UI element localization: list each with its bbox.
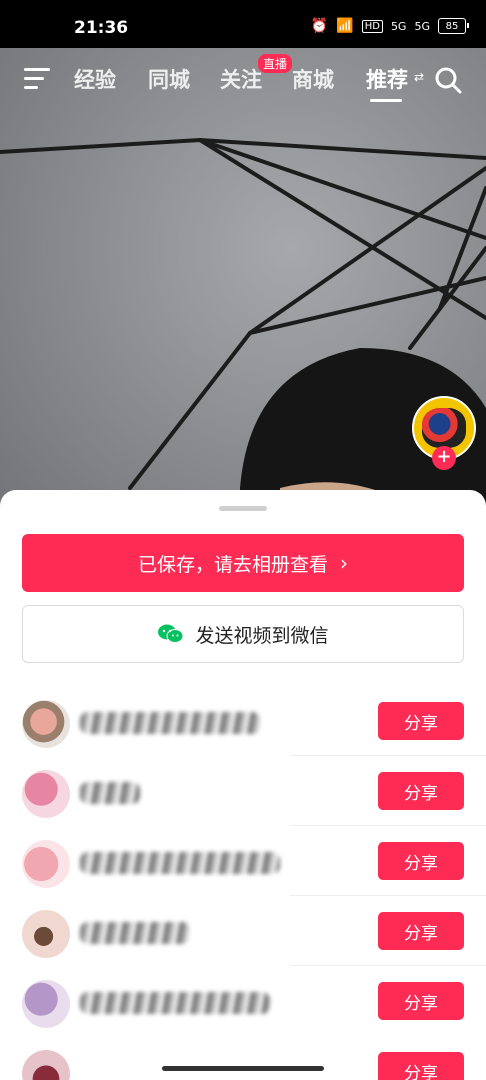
share-button[interactable]: 分享 (378, 1052, 464, 1080)
saved-open-album-button[interactable]: 已保存，请去相册查看 › (22, 534, 464, 592)
share-button[interactable]: 分享 (378, 772, 464, 810)
status-icons: ⏰ 📶 HD 5G 5G 85 (310, 18, 469, 34)
tab-following[interactable]: 关注 (220, 64, 262, 94)
battery-level: 85 (445, 20, 459, 32)
share-button[interactable]: 分享 (378, 842, 464, 880)
follow-plus-icon[interactable]: + (432, 446, 456, 470)
tab-local[interactable]: 同城 (148, 64, 190, 94)
saved-label: 已保存，请去相册查看 (137, 553, 328, 576)
wifi-icon: 📶 (336, 18, 354, 34)
contact-row: 分享 (0, 690, 486, 760)
chevron-right-icon: › (340, 551, 348, 575)
contact-avatar[interactable] (22, 980, 70, 1028)
contact-row: 分享 (0, 830, 486, 900)
hd-icon: HD (361, 19, 383, 33)
video-player[interactable] (0, 48, 486, 548)
divider (290, 755, 486, 756)
share-button[interactable]: 分享 (378, 912, 464, 950)
swap-icon[interactable]: ⇄ (414, 70, 424, 84)
contact-name-blurred (80, 992, 270, 1014)
contact-name-blurred (80, 712, 260, 734)
signal-5g-icon-2: 5G (414, 19, 430, 33)
tab-experience[interactable]: 经验 (74, 64, 116, 94)
tab-recommend[interactable]: 推荐 (366, 64, 408, 102)
menu-icon[interactable] (24, 68, 50, 89)
search-icon[interactable] (434, 66, 462, 94)
wechat-icon (158, 624, 184, 643)
signal-5g-icon: 5G (390, 19, 407, 33)
contact-avatar[interactable] (22, 910, 70, 958)
wechat-label: 发送视频到微信 (195, 624, 329, 647)
contact-name-blurred (80, 782, 140, 804)
contact-name-blurred (80, 852, 280, 874)
send-to-wechat-button[interactable]: 发送视频到微信 (22, 605, 464, 663)
divider (290, 965, 486, 966)
alarm-icon: ⏰ (310, 18, 329, 34)
tab-mall[interactable]: 商城 (292, 64, 334, 94)
live-badge: 直播 (258, 54, 293, 73)
umbrella-graphic (0, 137, 486, 548)
divider (290, 825, 486, 826)
share-sheet: 已保存，请去相册查看 › 发送视频到微信 分享 分享 分享 分享 分享 分享 (0, 490, 486, 1080)
share-button[interactable]: 分享 (378, 702, 464, 740)
contact-row: 分享 (0, 1040, 486, 1080)
contact-avatar[interactable] (22, 700, 70, 748)
sheet-handle[interactable] (219, 506, 267, 511)
top-nav: 经验 同城 关注 直播 商城 推荐 ⇄ (0, 54, 486, 102)
status-bar: 21:36 ⏰ 📶 HD 5G 5G 85 (0, 0, 486, 48)
clock: 21:36 (74, 18, 129, 38)
contact-avatar[interactable] (22, 1050, 70, 1080)
contact-avatar[interactable] (22, 840, 70, 888)
battery-icon: 85 (438, 18, 469, 34)
contact-row: 分享 (0, 970, 486, 1040)
contact-row: 分享 (0, 900, 486, 970)
contact-name-blurred (80, 922, 190, 944)
home-indicator[interactable] (162, 1066, 324, 1071)
divider (290, 895, 486, 896)
contact-avatar[interactable] (22, 770, 70, 818)
contact-row: 分享 (0, 760, 486, 830)
share-button[interactable]: 分享 (378, 982, 464, 1020)
